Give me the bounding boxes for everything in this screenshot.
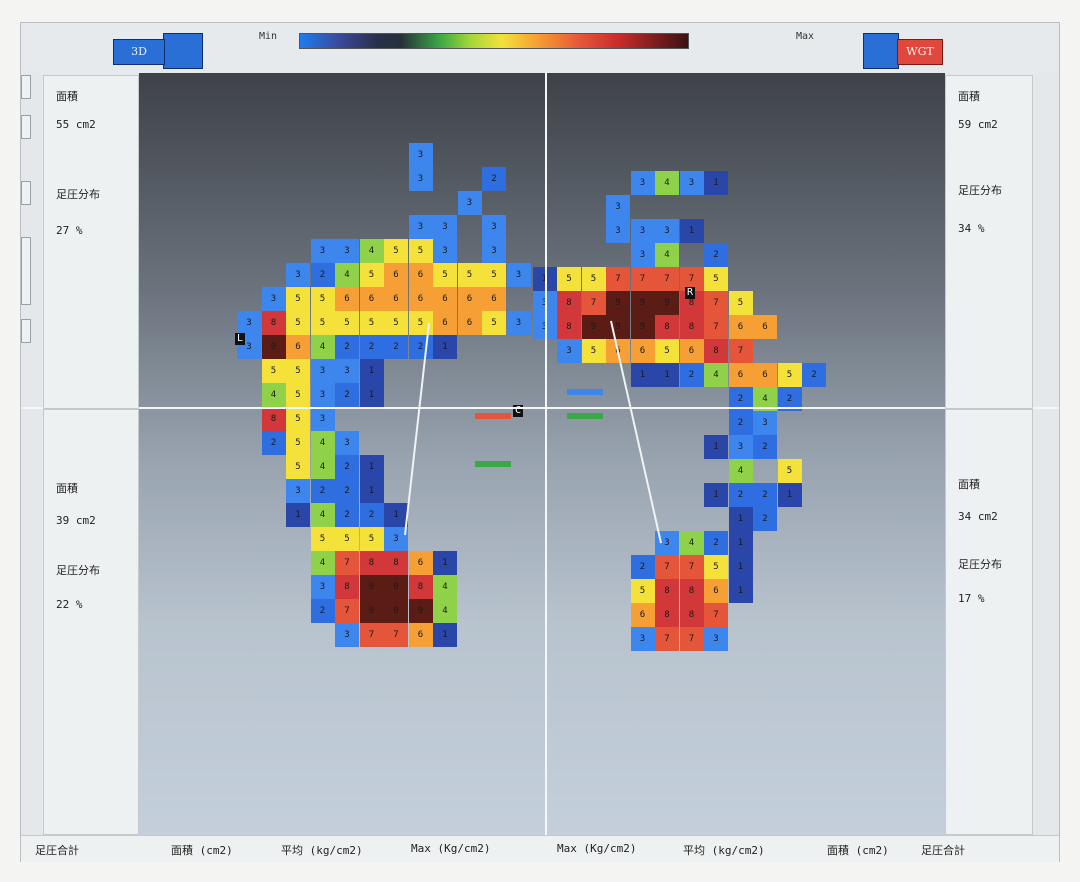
area-value: 34 cm2: [958, 510, 998, 523]
max-left-label: Max (Kg/cm2): [411, 842, 491, 855]
distribution-value: 34 %: [958, 222, 985, 235]
total-left-label: 足圧合計: [35, 844, 79, 857]
right-heel-panel: 面積 34 cm2 足圧分布 17 %: [945, 409, 1033, 835]
area-right-label: 面積 (cm2): [827, 844, 889, 857]
left-cop-marker-green: [475, 461, 511, 467]
right-cop-marker-blue: [567, 389, 603, 395]
distribution-value: 17 %: [958, 592, 985, 605]
right-foot-marker: R: [685, 287, 695, 299]
view-3d-button[interactable]: 3D: [113, 39, 165, 65]
horizontal-divider: [21, 407, 1059, 409]
right-foot-axis-line: [610, 320, 662, 544]
area-value: 55 cm2: [56, 118, 96, 131]
area-value: 59 cm2: [958, 118, 998, 131]
left-edge-field[interactable]: [21, 115, 31, 139]
pressure-screen: 3D Min Max WGT 3323333334553332456655533…: [20, 22, 1060, 862]
distribution-label: 足圧分布: [56, 564, 100, 577]
area-label: 面積: [56, 482, 78, 495]
scale-min-label: Min: [259, 31, 278, 42]
avg-right-label: 平均 (kg/cm2): [683, 844, 765, 857]
area-left-label: 面積 (cm2): [171, 844, 233, 857]
total-right-label: 足圧合計: [921, 844, 965, 857]
distribution-value: 22 %: [56, 598, 83, 611]
area-label: 面積: [958, 90, 980, 103]
area-label: 面積: [56, 90, 78, 103]
max-right-label: Max (Kg/cm2): [557, 842, 637, 855]
left-foot-marker: L: [235, 333, 245, 345]
pressure-color-scale: [299, 33, 689, 49]
area-value: 39 cm2: [56, 514, 96, 527]
left-edge-field[interactable]: [21, 75, 31, 99]
summary-bar: 足圧合計 面積 (cm2) 平均 (kg/cm2) Max (Kg/cm2) M…: [21, 835, 1059, 862]
vertical-divider: [545, 73, 547, 837]
left-foot-axis-line: [404, 322, 430, 536]
distribution-label: 足圧分布: [56, 188, 100, 201]
left-cop-marker-red: [475, 413, 511, 419]
foot-pressure-map: 3323333334553332456655533556666666385555…: [139, 73, 945, 837]
distribution-label: 足圧分布: [958, 558, 1002, 571]
distribution-value: 27 %: [56, 224, 83, 237]
distribution-label: 足圧分布: [958, 184, 1002, 197]
left-edge-field[interactable]: [21, 319, 31, 343]
area-label: 面積: [958, 478, 980, 491]
right-cop-marker-green: [567, 413, 603, 419]
right-forefoot-panel: 面積 59 cm2 足圧分布 34 %: [945, 75, 1033, 409]
top-toolbar: 3D Min Max WGT: [21, 23, 1059, 73]
avg-left-label: 平均 (kg/cm2): [281, 844, 363, 857]
left-forefoot-panel: 面積 55 cm2 足圧分布 27 %: [43, 75, 139, 409]
left-heel-panel: 面積 39 cm2 足圧分布 22 %: [43, 409, 139, 835]
scale-max-label: Max: [796, 31, 815, 42]
weight-view-icon[interactable]: [863, 33, 899, 69]
view-3d-icon[interactable]: [163, 33, 203, 69]
foot-axis-lines: [404, 320, 662, 544]
left-edge-field[interactable]: [21, 181, 31, 205]
weight-view-button[interactable]: WGT: [897, 39, 943, 65]
left-edge-field[interactable]: [21, 237, 31, 305]
